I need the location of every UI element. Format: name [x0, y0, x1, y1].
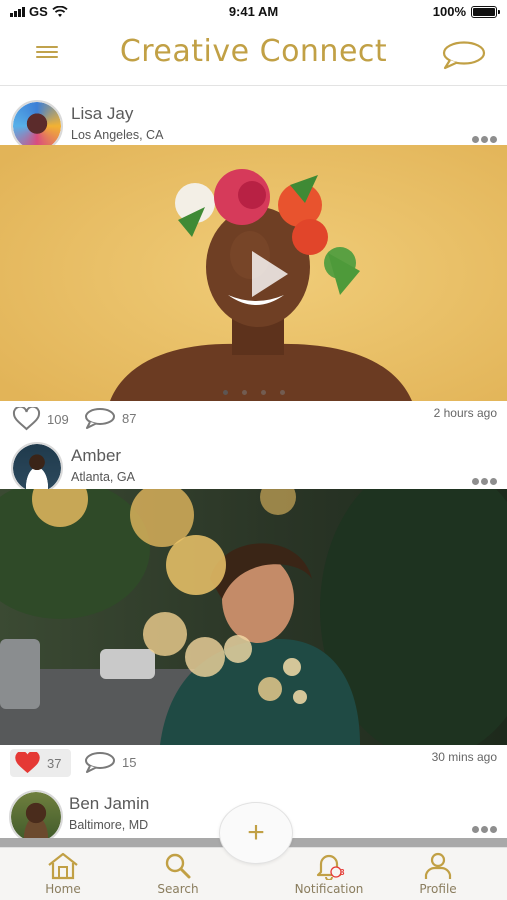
add-post-button[interactable]: +	[219, 802, 293, 864]
comment-icon	[85, 408, 115, 429]
post-image[interactable]	[0, 145, 507, 401]
tab-profile-label: Profile	[419, 882, 457, 896]
comment-count: 87	[122, 410, 137, 426]
tab-profile[interactable]: Profile	[393, 852, 483, 896]
app-title: Creative Connect	[119, 34, 388, 69]
post-header: Amber Atlanta, GA	[0, 438, 507, 496]
more-options-icon[interactable]	[472, 136, 497, 143]
comment-button[interactable]: 15	[84, 751, 136, 773]
post-actions: 37 15 30 mins ago	[0, 747, 507, 777]
battery-icon	[471, 5, 500, 18]
post-location: Los Angeles, CA	[71, 128, 164, 142]
carousel-dots[interactable]	[0, 390, 507, 395]
post-location: Atlanta, GA	[71, 470, 135, 484]
user-icon	[424, 852, 452, 879]
like-button[interactable]: 37	[10, 749, 72, 777]
more-options-icon[interactable]	[472, 826, 497, 833]
status-right: 100%	[432, 4, 500, 19]
tab-search-label: Search	[157, 882, 199, 896]
avatar[interactable]	[9, 790, 63, 844]
battery-percent: 100%	[432, 4, 466, 19]
notification-badge: 3	[340, 868, 345, 877]
comment-button[interactable]: 87	[84, 407, 136, 429]
search-icon	[165, 853, 191, 879]
like-button[interactable]: 109	[12, 407, 69, 431]
plus-icon: +	[247, 816, 265, 849]
tab-search[interactable]: Search	[133, 852, 223, 896]
chat-bubble-icon[interactable]	[441, 40, 487, 70]
post-timestamp: 2 hours ago	[433, 406, 497, 420]
comment-icon	[85, 752, 115, 773]
portrait-photo	[0, 145, 507, 401]
post-location: Baltimore, MD	[69, 818, 149, 832]
heart-outline-icon	[12, 407, 41, 431]
home-icon	[48, 852, 78, 880]
like-count: 109	[47, 411, 69, 427]
like-count: 37	[47, 755, 62, 771]
post-author-name[interactable]: Amber	[71, 446, 121, 466]
tab-home-label: Home	[45, 882, 81, 896]
tab-notification-label: Notification	[294, 882, 364, 896]
post-timestamp: 30 mins ago	[431, 750, 497, 764]
heart-filled-icon	[15, 752, 40, 774]
tab-notification[interactable]: 3 Notification	[284, 852, 374, 896]
comment-count: 15	[122, 754, 137, 770]
bokeh-photo	[0, 489, 507, 745]
avatar[interactable]	[11, 442, 63, 494]
more-options-icon[interactable]	[472, 478, 497, 485]
tab-home[interactable]: Home	[18, 852, 108, 896]
status-bar: GS 9:41 AM 100%	[0, 0, 507, 24]
post-author-name[interactable]: Ben Jamin	[69, 794, 149, 814]
post-author-name[interactable]: Lisa Jay	[71, 104, 133, 124]
post-image[interactable]	[0, 489, 507, 745]
status-time: 9:41 AM	[228, 4, 279, 19]
app-header: Creative Connect	[0, 24, 507, 86]
post-actions: 109 87 2 hours ago	[0, 403, 507, 433]
